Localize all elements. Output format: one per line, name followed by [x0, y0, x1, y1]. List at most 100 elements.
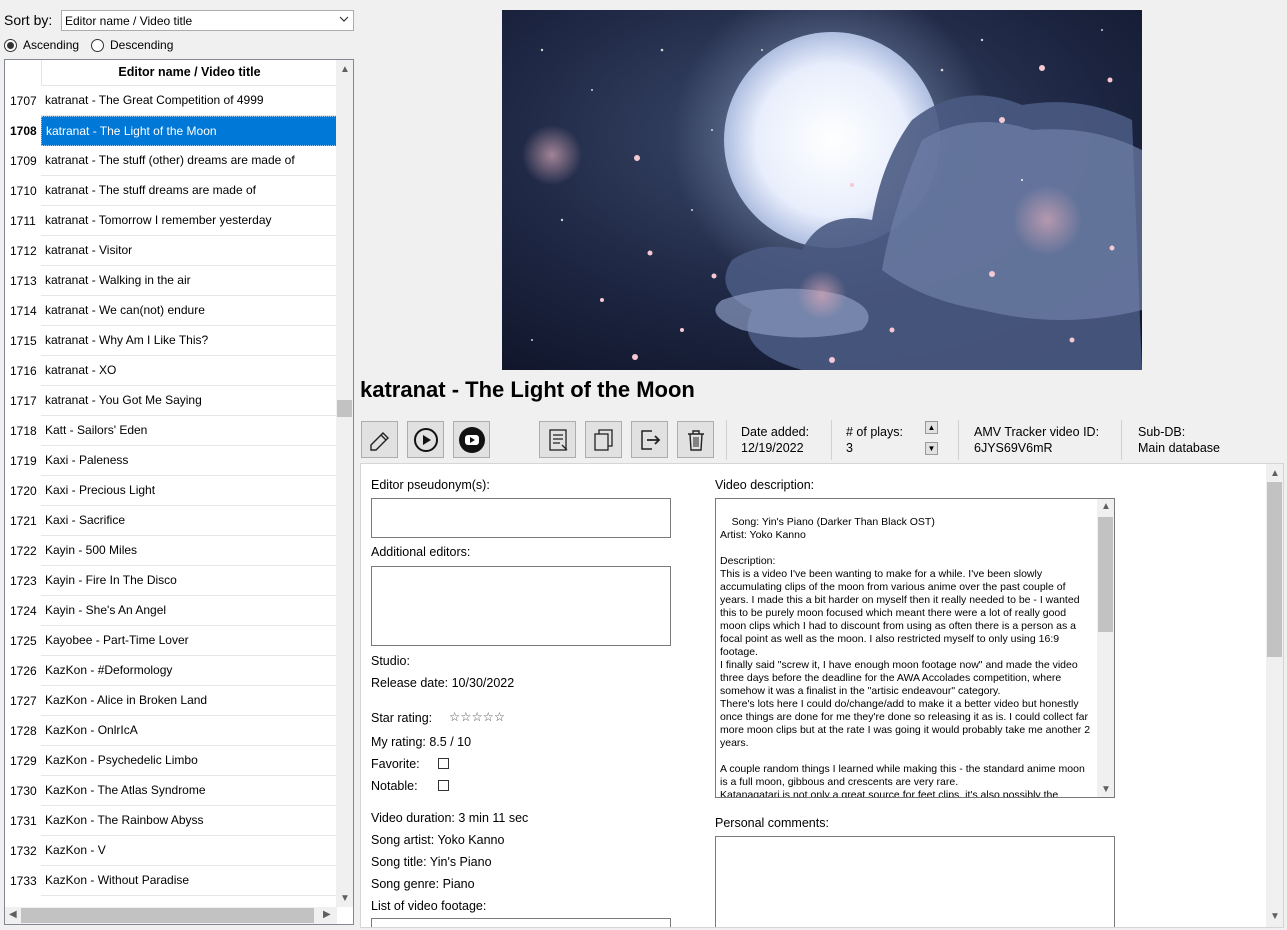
description-scroll-thumb[interactable]: [1098, 517, 1113, 632]
row-title[interactable]: katranat - Visitor: [41, 236, 337, 266]
personal-comments-field[interactable]: [715, 836, 1115, 927]
list-item[interactable]: 1707 katranat - The Great Competition of …: [5, 86, 337, 116]
list-column-header[interactable]: Editor name / Video title: [41, 60, 337, 86]
row-title[interactable]: KazKon - Without Paradise: [41, 866, 337, 896]
list-item[interactable]: 1719 Kaxi - Paleness: [5, 446, 337, 476]
row-title[interactable]: KazKon - #Deformology: [41, 656, 337, 686]
delete-button[interactable]: [677, 421, 714, 458]
pencil-icon: [369, 431, 389, 451]
list-item[interactable]: 1709 katranat - The stuff (other) dreams …: [5, 146, 337, 176]
row-title[interactable]: Kayobee - Part-Time Lover: [41, 626, 337, 656]
list-vscroll-thumb[interactable]: [337, 400, 352, 417]
list-item[interactable]: 1733 KazKon - Without Paradise: [5, 866, 337, 896]
video-description-field[interactable]: Song: Yin's Piano (Darker Than Black OST…: [715, 498, 1115, 798]
details-scroll-thumb[interactable]: [1267, 482, 1282, 657]
list-item[interactable]: 1726 KazKon - #Deformology: [5, 656, 337, 686]
list-item[interactable]: 1730 KazKon - The Atlas Syndrome: [5, 776, 337, 806]
edit-button[interactable]: [361, 421, 398, 458]
list-item[interactable]: 1716 katranat - XO: [5, 356, 337, 386]
list-item[interactable]: 1724 Kayin - She's An Angel: [5, 596, 337, 626]
row-title[interactable]: katranat - XO: [41, 356, 337, 386]
list-item[interactable]: 1731 KazKon - The Rainbow Abyss: [5, 806, 337, 836]
notable-checkbox[interactable]: [438, 780, 449, 791]
list-hscroll-thumb[interactable]: [21, 908, 314, 923]
list-item[interactable]: 1717 katranat - You Got Me Saying: [5, 386, 337, 416]
list-item[interactable]: 1715 katranat - Why Am I Like This?: [5, 326, 337, 356]
row-title[interactable]: Kayin - 500 Miles: [41, 536, 337, 566]
list-item[interactable]: 1711 katranat - Tomorrow I remember yeste…: [5, 206, 337, 236]
list-horizontal-scrollbar[interactable]: ◀ ▶: [5, 907, 337, 924]
row-title[interactable]: katranat - We can(not) endure: [41, 296, 337, 326]
list-item[interactable]: 1720 Kaxi - Precious Light: [5, 476, 337, 506]
row-title[interactable]: KazKon - V: [41, 836, 337, 866]
row-number: 1725: [10, 634, 37, 648]
list-item[interactable]: 1721 Kaxi - Sacrifice: [5, 506, 337, 536]
row-title[interactable]: katranat - Walking in the air: [41, 266, 337, 296]
scroll-up-icon[interactable]: ▲: [1101, 502, 1111, 512]
editor-pseudonym-field[interactable]: [371, 498, 671, 538]
list-item[interactable]: 1728 KazKon - OnlrIcA: [5, 716, 337, 746]
scroll-down-icon[interactable]: ▼: [1270, 912, 1280, 922]
copy-button[interactable]: [585, 421, 622, 458]
list-item[interactable]: 1729 KazKon - Psychedelic Limbo: [5, 746, 337, 776]
row-title[interactable]: Kaxi - Paleness: [41, 446, 337, 476]
radio-unchecked-icon: [91, 38, 104, 52]
scroll-right-icon[interactable]: ▶: [323, 910, 331, 920]
row-number: 1723: [10, 574, 37, 588]
list-item[interactable]: 1723 Kayin - Fire In The Disco: [5, 566, 337, 596]
list-item[interactable]: 1712 katranat - Visitor: [5, 236, 337, 266]
move-to-subdb-button[interactable]: [631, 421, 668, 458]
description-scrollbar[interactable]: ▲ ▼: [1097, 499, 1114, 797]
row-title[interactable]: katranat - Why Am I Like This?: [41, 326, 337, 356]
additional-editors-field[interactable]: [371, 566, 671, 646]
scroll-up-icon[interactable]: ▲: [1270, 469, 1280, 479]
row-number: 1731: [10, 814, 37, 828]
details-scrollbar[interactable]: ▲ ▼: [1266, 464, 1283, 927]
video-list[interactable]: Editor name / Video title 1707 katranat -…: [4, 59, 354, 925]
row-title[interactable]: Kayin - She's An Angel: [41, 596, 337, 626]
plays-increase-button[interactable]: ▲: [925, 421, 938, 434]
list-item[interactable]: 1722 Kayin - 500 Miles: [5, 536, 337, 566]
list-item[interactable]: 1708 katranat - The Light of the Moon: [5, 116, 337, 146]
video-footage-list[interactable]: [371, 918, 671, 927]
play-video-button[interactable]: [407, 421, 444, 458]
row-title[interactable]: KazKon - Psychedelic Limbo: [41, 746, 337, 776]
row-title[interactable]: katranat - The Great Competition of 4999: [41, 86, 337, 116]
row-title[interactable]: Katt - Sailors' Eden: [41, 416, 337, 446]
star-rating[interactable]: ☆☆☆☆☆: [449, 709, 505, 724]
row-title[interactable]: Kayin - Fire In The Disco: [41, 566, 337, 596]
list-item[interactable]: 1732 KazKon - V: [5, 836, 337, 866]
row-title[interactable]: katranat - The stuff dreams are made of: [41, 176, 337, 206]
row-title[interactable]: Kaxi - Sacrifice: [41, 506, 337, 536]
list-item[interactable]: 1727 KazKon - Alice in Broken Land: [5, 686, 337, 716]
list-item[interactable]: 1710 katranat - The stuff dreams are made…: [5, 176, 337, 206]
list-item[interactable]: 1725 Kayobee - Part-Time Lover: [5, 626, 337, 656]
scroll-up-icon[interactable]: ▲: [340, 65, 350, 75]
row-title[interactable]: KazKon - The Rainbow Abyss: [41, 806, 337, 836]
row-title[interactable]: katranat - Tomorrow I remember yesterday: [41, 206, 337, 236]
list-item[interactable]: 1713 katranat - Walking in the air: [5, 266, 337, 296]
subdb-value: Main database: [1138, 441, 1221, 455]
descending-radio[interactable]: Descending: [91, 38, 173, 52]
row-title[interactable]: KazKon - Alice in Broken Land: [41, 686, 337, 716]
favorite-label: Favorite:: [371, 757, 420, 771]
sort-by-select[interactable]: Editor name / Video title: [61, 10, 354, 31]
row-title[interactable]: KazKon - OnlrIcA: [41, 716, 337, 746]
favorite-checkbox[interactable]: [438, 758, 449, 769]
list-item[interactable]: 1718 Katt - Sailors' Eden: [5, 416, 337, 446]
custom-lists-button[interactable]: [539, 421, 576, 458]
list-item[interactable]: 1714 katranat - We can(not) endure: [5, 296, 337, 326]
row-title[interactable]: KazKon - The Atlas Syndrome: [41, 776, 337, 806]
song-genre: Song genre: Piano: [371, 877, 475, 891]
scroll-down-icon[interactable]: ▼: [1101, 785, 1111, 795]
row-title[interactable]: katranat - The stuff (other) dreams are …: [41, 146, 337, 176]
row-title[interactable]: katranat - The Light of the Moon: [41, 116, 337, 146]
row-title[interactable]: katranat - You Got Me Saying: [41, 386, 337, 416]
scroll-left-icon[interactable]: ◀: [9, 910, 17, 920]
ascending-radio[interactable]: Ascending: [4, 38, 79, 52]
watch-online-button[interactable]: [453, 421, 490, 458]
row-title[interactable]: Kaxi - Precious Light: [41, 476, 337, 506]
plays-decrease-button[interactable]: ▼: [925, 442, 938, 455]
scroll-down-icon[interactable]: ▼: [340, 894, 350, 904]
list-vertical-scrollbar[interactable]: ▲ ▼: [336, 60, 353, 907]
